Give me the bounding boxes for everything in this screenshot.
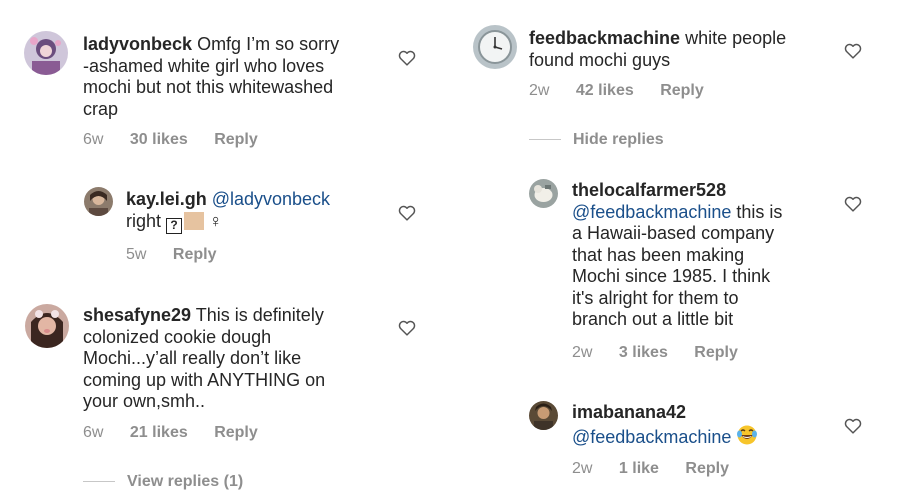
comment-text-line: branch out a little bit [572, 309, 734, 329]
avatar-imabanana42[interactable] [529, 401, 558, 430]
comment-meta: 6w 30 likes Reply [83, 131, 258, 149]
reply-button[interactable]: Reply [214, 131, 258, 149]
reply-button[interactable]: Reply [694, 344, 738, 362]
comment-time: 6w [83, 424, 104, 441]
comment-text-line: Mochi since 1985. I think [572, 266, 771, 286]
comment-time: 2w [572, 344, 593, 361]
comment-username[interactable]: ladyvonbeck [83, 34, 192, 54]
comment-text-line: found mochi guys [529, 49, 671, 70]
comment-likes[interactable]: 21 likes [130, 424, 188, 442]
comment-kay-lei-gh: kay.lei.gh @ladyvonbeck right ? ♀ 5w Rep… [0, 170, 450, 280]
comment-text-line: mochi but not this whitewashed [83, 77, 334, 97]
comment-text-line: coming up with ANYTHING on [83, 369, 326, 390]
comment-text-line: white people [685, 28, 787, 48]
comment-text-line: a Hawaii-based company [572, 223, 775, 243]
comment-text-line: Omfg I’m so sorry [197, 34, 340, 54]
comment-feedbackmachine: feedbackmachine white people found mochi… [450, 0, 900, 160]
like-heart-icon[interactable] [844, 43, 862, 59]
comment-meta: 6w 21 likes Reply [83, 424, 258, 442]
missing-glyph-box: ? [166, 217, 183, 234]
comment-likes[interactable]: 3 likes [619, 344, 668, 362]
comment-username[interactable]: thelocalfarmer528 [572, 180, 726, 200]
like-heart-icon[interactable] [398, 205, 416, 221]
avatar-ladyvonbeck[interactable] [24, 31, 68, 75]
comment-time: 6w [83, 131, 104, 148]
comment-body: ladyvonbeck Omfg I’m so sorry -ashamed w… [83, 34, 383, 120]
avatar-kay-lei-gh[interactable] [84, 187, 113, 216]
comment-meta: 2w 3 likes Reply [572, 344, 738, 362]
comment-body: imabanana42 @feedbackmachine [572, 402, 832, 448]
like-heart-icon[interactable] [398, 320, 416, 336]
comment-mention[interactable]: @feedbackmachine [572, 202, 731, 222]
comment-text-line: it's alright for them to [572, 287, 739, 308]
comment-meta: 2w 1 like Reply [572, 460, 729, 478]
comment-likes[interactable]: 1 like [619, 460, 659, 478]
reply-button[interactable]: Reply [660, 82, 704, 100]
comment-mention[interactable]: @feedbackmachine [572, 427, 731, 447]
hide-replies-button[interactable]: Hide replies [529, 131, 664, 149]
like-heart-icon[interactable] [844, 418, 862, 434]
female-sign: ♀ [209, 210, 223, 231]
comment-time: 5w [126, 246, 147, 263]
comment-username[interactable]: imabanana42 [572, 402, 686, 422]
comment-imabanana42: imabanana42 @feedbackmachine 2w 1 like R… [450, 390, 900, 493]
comment-text-line: crap [83, 98, 119, 119]
reply-button[interactable]: Reply [173, 246, 217, 264]
comment-username[interactable]: feedbackmachine [529, 28, 680, 48]
comment-likes[interactable]: 42 likes [576, 82, 634, 100]
comment-mention[interactable]: @ladyvonbeck [212, 189, 330, 209]
comment-thelocalfarmer528: thelocalfarmer528 @feedbackmachine this … [450, 170, 900, 380]
skin-tone-swatch [184, 211, 205, 230]
reply-button[interactable]: Reply [685, 460, 729, 478]
comment-shesafyne29: shesafyne29 This is definitely colonized… [0, 290, 450, 493]
comment-username[interactable]: shesafyne29 [83, 305, 191, 325]
view-replies-button[interactable]: View replies (1) [83, 473, 243, 491]
thread-divider [83, 481, 115, 483]
comment-body: shesafyne29 This is definitely colonized… [83, 305, 403, 413]
comment-time: 2w [572, 460, 593, 477]
comment-likes[interactable]: 30 likes [130, 131, 188, 149]
comment-text-line: this is [736, 201, 783, 222]
comment-time: 2w [529, 82, 550, 99]
comment-body: feedbackmachine white people found mochi… [529, 28, 829, 71]
avatar-thelocalfarmer528[interactable] [529, 179, 558, 208]
comment-meta: 5w Reply [126, 246, 216, 264]
comment-text-line: Mochi...y’all really don’t like [83, 348, 302, 368]
comment-text-line: colonized cookie dough [83, 326, 272, 347]
view-replies-label: View replies (1) [127, 473, 244, 490]
comment-body: thelocalfarmer528 @feedbackmachine this … [572, 180, 832, 331]
comment-text-line: that has been making [572, 244, 745, 265]
comment-body: kay.lei.gh @ladyvonbeck right ? ♀ [126, 189, 386, 234]
like-heart-icon[interactable] [844, 196, 862, 212]
face-with-tears-of-joy-icon [737, 425, 758, 444]
comment-username[interactable]: kay.lei.gh [126, 189, 207, 209]
avatar-shesafyne29[interactable] [25, 304, 69, 348]
comment-text-line: This is definitely [195, 305, 324, 325]
comment-text: right [126, 210, 162, 231]
avatar-feedbackmachine[interactable] [473, 25, 517, 69]
hide-replies-label: Hide replies [573, 131, 664, 148]
like-heart-icon[interactable] [398, 50, 416, 66]
comment-text-line: -ashamed white girl who loves [83, 55, 325, 76]
reply-button[interactable]: Reply [214, 424, 258, 442]
comment-ladyvonbeck: ladyvonbeck Omfg I’m so sorry -ashamed w… [0, 0, 450, 160]
comment-text-line: your own,smh.. [83, 391, 206, 411]
comment-meta: 2w 42 likes Reply [529, 82, 704, 100]
thread-divider [529, 139, 561, 141]
